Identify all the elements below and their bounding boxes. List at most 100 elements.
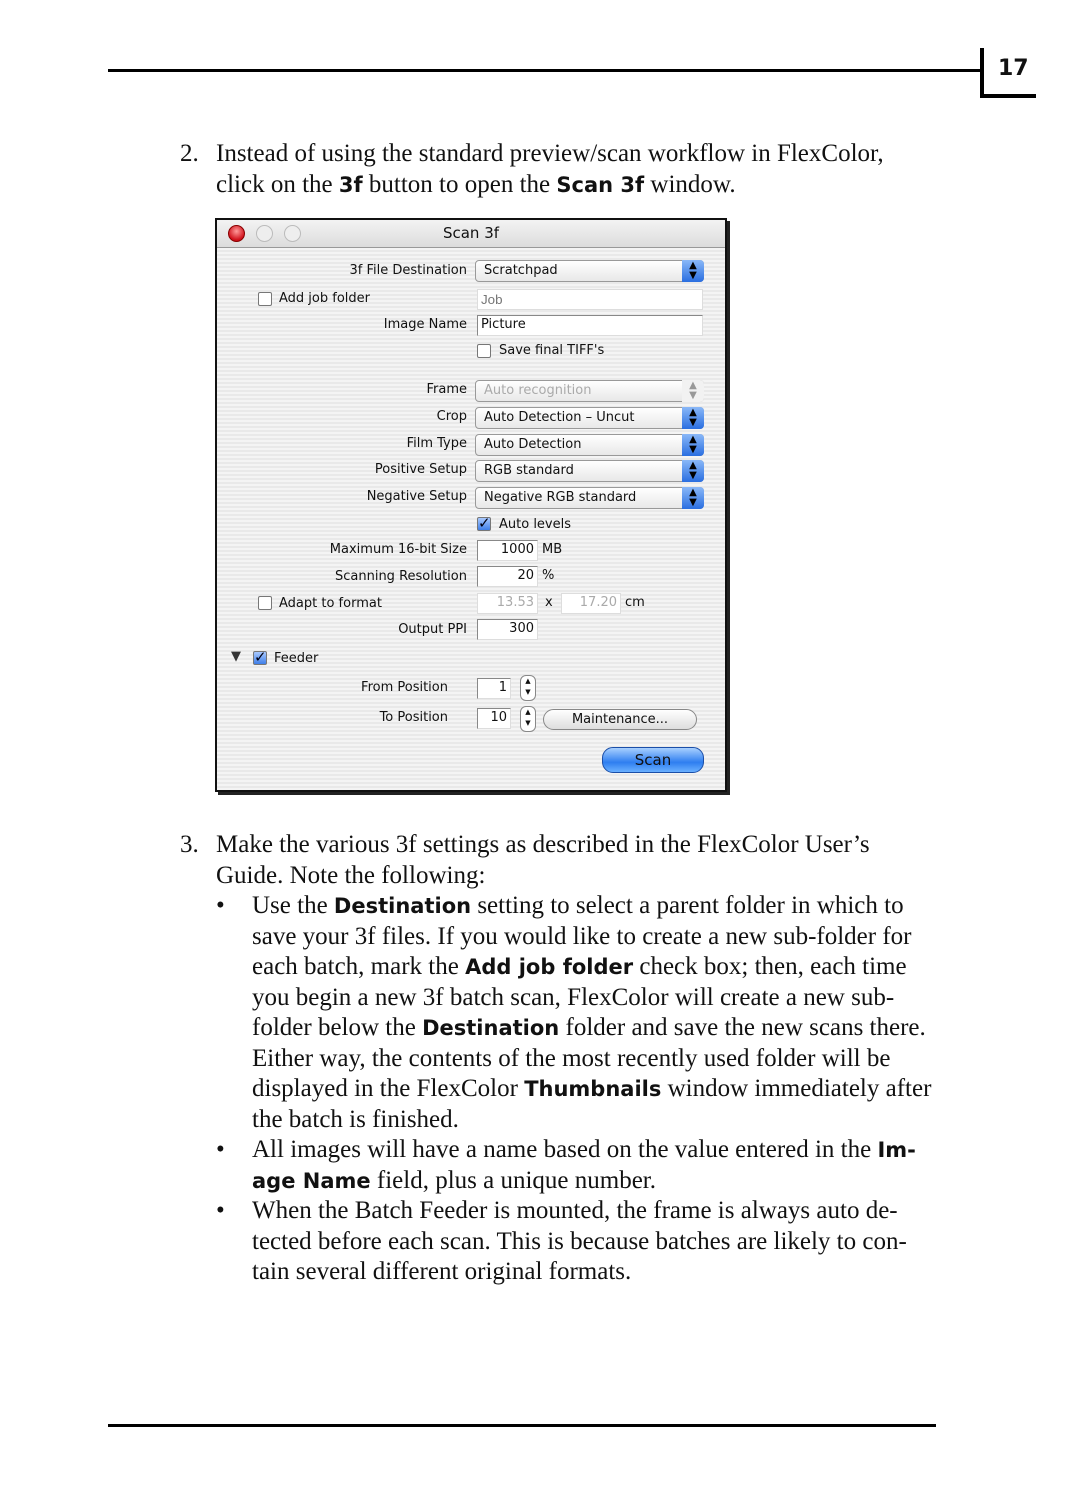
text-run: tain several different original formats. [252,1258,632,1285]
dest-label: 3f File Destination [349,263,467,278]
film-type-popup[interactable]: Auto Detection ▲ ▼ [475,434,704,456]
footer-rule [108,1424,936,1427]
crop-value: Auto Detection – Uncut [484,410,635,425]
title-bar[interactable]: Scan 3f [217,220,725,248]
from-position-stepper[interactable]: ▲ ▼ [520,675,536,701]
max-size-label: Maximum 16-bit Size [329,542,467,557]
text-line: Make the various 3f settings as describe… [216,830,870,860]
film-type-label: Film Type [406,436,467,451]
negative-setup-label: Negative Setup [366,489,467,504]
text-run: check box; then, each time [633,953,907,980]
text-run: When the Batch Feeder is mounted, the fr… [252,1197,898,1224]
output-ppi-input[interactable]: 300 [477,619,538,640]
output-ppi-label: Output PPI [398,622,467,637]
text-run: tected before each scan. This is because… [252,1227,907,1255]
text-line: Instead of using the standard preview/sc… [216,139,884,169]
to-position-input[interactable]: 10 [477,708,511,729]
image-name-input[interactable]: Picture [477,315,703,336]
from-position-label: From Position [361,680,448,695]
frame-label: Frame [426,382,467,397]
destination-value: Scratchpad [484,263,558,278]
popup-arrows-icon: ▲ ▼ [682,407,704,429]
popup-arrows-icon: ▲ ▼ [682,380,704,402]
feeder-checkbox[interactable]: ✓ [253,650,267,665]
max-size-unit: MB [542,542,563,557]
frame-popup[interactable]: Auto recognition ▲ ▼ [475,380,704,402]
bold-term: Destination [333,894,472,918]
text-run: click on the [216,170,339,198]
text-run: window. [644,170,736,198]
text-run: folder and save the new scans there. [559,1014,926,1041]
text-line: Guide. Note the following: [216,861,485,891]
adapt-format-label: Adapt to format [279,596,382,611]
text-run: Make the various 3f settings as describe… [216,831,870,858]
destination-popup[interactable]: Scratchpad ▲ ▼ [475,260,704,282]
text-line: folder below the Destination folder and … [252,1013,926,1043]
resolution-input[interactable]: 20 [477,566,538,587]
negative-setup-popup[interactable]: Negative RGB standard ▲ ▼ [475,487,704,509]
adapt-format-checkbox[interactable] [258,596,272,610]
to-position-stepper[interactable]: ▲ ▼ [520,706,536,732]
feeder-label: Feeder [274,651,319,666]
popup-arrows-icon: ▲ ▼ [682,460,704,482]
bold-term: age Name [252,1168,371,1193]
text-run: Guide. Note the following: [216,861,486,889]
text-run: save your 3f files. If you would like to… [252,922,912,950]
add-job-folder-checkbox[interactable] [258,292,272,306]
auto-levels-checkbox[interactable]: ✓ [477,516,491,531]
film-type-value: Auto Detection [484,437,582,452]
text-line: tain several different original formats. [252,1257,631,1287]
text-run: you begin a new 3f batch scan, FlexColor… [252,983,895,1011]
bold-term: Im- [877,1138,916,1162]
save-tiff-label: Save final TIFF's [499,343,605,358]
bullet-icon: • [216,1136,225,1163]
maintenance-button[interactable]: Maintenance... [543,709,697,730]
negative-setup-value: Negative RGB standard [484,490,637,505]
crop-popup[interactable]: Auto Detection – Uncut ▲ ▼ [475,407,704,429]
job-input[interactable] [477,289,703,310]
bold-term: 3f [338,172,363,197]
popup-arrows-icon: ▲ ▼ [682,434,704,456]
text-line: tected before each scan. This is because… [252,1227,907,1257]
max-size-input[interactable]: 1000 [477,540,538,561]
bullet-icon: • [216,892,225,919]
scan-button[interactable]: Scan [602,747,704,773]
to-position-label: To Position [379,710,448,725]
text-run: each batch, mark the [252,953,466,980]
positive-setup-label: Positive Setup [374,462,467,477]
text-run: button to open the [362,170,557,198]
width-input[interactable]: 13.53 [477,593,538,614]
height-input[interactable]: 17.20 [561,593,621,614]
resolution-label: Scanning Resolution [334,569,467,584]
text-run: displayed in the FlexColor [252,1075,525,1102]
text-run: folder below the [252,1014,423,1041]
step-number: 3. [180,831,199,858]
text-line: save your 3f files. If you would like to… [252,922,912,952]
text-run: Instead of using the standard preview/sc… [216,140,884,167]
text-line: Either way, the contents of the most rec… [252,1044,890,1074]
text-run: Use the [252,892,334,919]
text-line: Use the Destination setting to select a … [252,891,904,921]
text-line: age Name field, plus a unique number. [252,1166,656,1196]
positive-setup-value: RGB standard [484,463,574,478]
text-line: click on the 3f button to open the Scan … [216,170,736,200]
disclosure-triangle-icon[interactable]: ▼ [231,649,241,664]
image-name-label: Image Name [383,317,467,332]
from-position-input[interactable]: 1 [477,678,511,699]
text-run: window immediately after [661,1075,932,1102]
times-sign: x [545,595,553,610]
text-line: All images will have a name based on the… [252,1135,916,1165]
bold-term: Add job folder [465,955,634,979]
add-job-label: Add job folder [279,291,370,306]
size-unit: cm [625,595,645,610]
text-line: each batch, mark the Add job folder chec… [252,952,907,982]
text-line: When the Batch Feeder is mounted, the fr… [252,1196,898,1226]
auto-levels-label: Auto levels [499,517,572,532]
positive-setup-popup[interactable]: RGB standard ▲ ▼ [475,460,704,482]
text-line: you begin a new 3f batch scan, FlexColor… [252,983,894,1013]
window-title: Scan 3f [442,224,500,242]
header-rule [108,69,982,72]
save-tiff-checkbox[interactable] [477,344,491,358]
text-run: setting to select a parent folder in whi… [471,892,904,919]
frame-value: Auto recognition [484,383,592,398]
